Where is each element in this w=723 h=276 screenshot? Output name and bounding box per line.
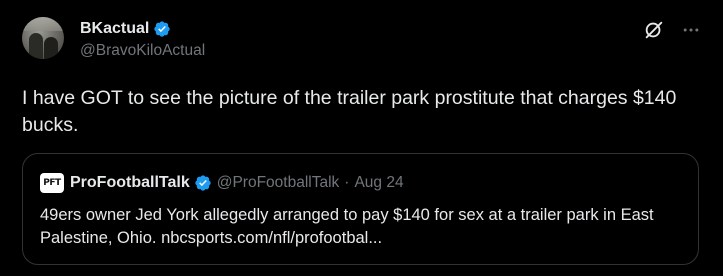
verified-badge-icon[interactable]	[194, 174, 212, 192]
author-name-row: BKactual	[80, 19, 171, 39]
more-options-icon[interactable]	[681, 20, 701, 40]
author-display-name[interactable]: BKactual	[80, 20, 149, 38]
avatar-sky	[22, 17, 64, 31]
quoted-avatar[interactable]: PFT	[40, 173, 64, 193]
quoted-tweet-header: PFT ProFootballTalk @ProFootballTalk · A…	[40, 173, 404, 193]
quoted-handle[interactable]: @ProFootballTalk	[217, 174, 340, 192]
tweet[interactable]: BKactual @BravoKiloActual I have GOT to …	[0, 0, 723, 276]
avatar[interactable]	[22, 17, 64, 59]
quoted-tweet[interactable]: PFT ProFootballTalk @ProFootballTalk · A…	[22, 153, 699, 265]
quoted-display-name[interactable]: ProFootballTalk	[70, 174, 190, 192]
avatar-figure	[44, 37, 58, 59]
quoted-date[interactable]: Aug 24	[354, 174, 403, 192]
top-actions	[643, 19, 701, 41]
separator-dot: ·	[344, 174, 350, 191]
quoted-text: 49ers owner Jed York allegedly arranged …	[40, 206, 654, 247]
verified-badge-icon[interactable]	[153, 20, 171, 38]
avatar-figure	[29, 33, 43, 59]
quoted-avatar-logo: PFT	[43, 178, 61, 188]
tweet-text: I have GOT to see the picture of the tra…	[22, 87, 682, 136]
author-handle[interactable]: @BravoKiloActual	[80, 42, 205, 60]
grok-icon[interactable]	[643, 19, 665, 41]
